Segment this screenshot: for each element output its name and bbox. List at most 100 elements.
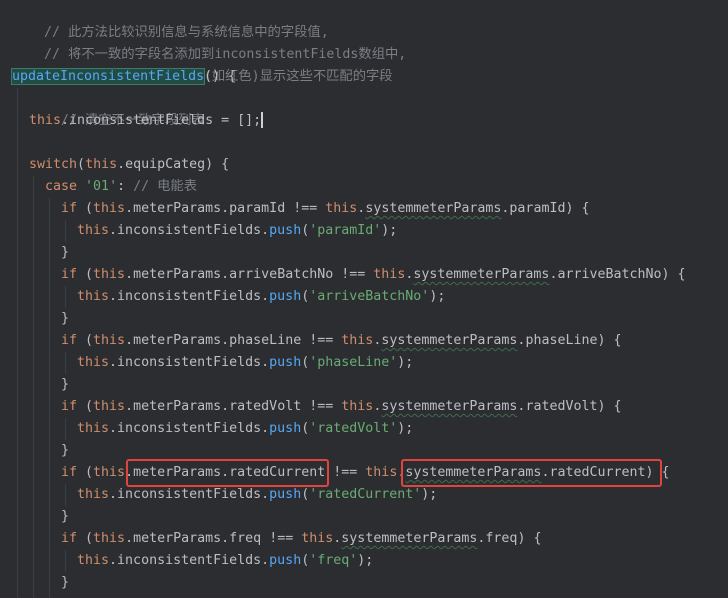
field-property: paramId bbox=[509, 201, 566, 216]
system-meter-params: systemmeterParams bbox=[381, 333, 518, 348]
field-property: arriveBatchNo bbox=[557, 267, 662, 282]
code-line-3[interactable]: // 用于在UI中以特殊样式(如红色)显示这些不匹配的字段 bbox=[12, 44, 393, 84]
if-keyword: if bbox=[61, 267, 78, 282]
meter-params: meterParams bbox=[133, 531, 222, 546]
operator: !== bbox=[293, 201, 318, 216]
push-line[interactable]: this.inconsistentFields.push('phaseLine'… bbox=[77, 352, 413, 374]
case-keyword: case bbox=[45, 179, 78, 194]
if-keyword: if bbox=[61, 333, 78, 348]
code-line-4[interactable]: updateInconsistentFields() { bbox=[10, 66, 237, 88]
closing-brace: } bbox=[61, 377, 70, 392]
field-property: ratedVolt bbox=[229, 399, 302, 414]
field-string: 'ratedCurrent' bbox=[309, 487, 422, 502]
if-keyword: if bbox=[61, 465, 78, 480]
push-method: push bbox=[269, 223, 302, 238]
property: inconsistentFields bbox=[117, 487, 262, 502]
highlight-box-system-rated-current bbox=[401, 459, 662, 487]
if-condition-line[interactable]: if (this.meterParams.arriveBatchNo !== t… bbox=[61, 264, 686, 286]
if-condition-line[interactable]: if (this.meterParams.phaseLine !== this.… bbox=[61, 330, 622, 352]
if-keyword: if bbox=[61, 531, 78, 546]
field-property: paramId bbox=[229, 201, 286, 216]
indent-guide bbox=[65, 550, 66, 572]
if-condition-line[interactable]: if (this.meterParams.paramId !== this.sy… bbox=[61, 198, 590, 220]
if-condition-line[interactable]: if (this.meterParams.freq !== this.syste… bbox=[61, 528, 541, 550]
meter-params: meterParams bbox=[133, 333, 222, 348]
system-meter-params: systemmeterParams bbox=[413, 267, 550, 282]
this-keyword: this bbox=[93, 333, 126, 348]
this-keyword: this bbox=[77, 487, 110, 502]
system-meter-params: systemmeterParams bbox=[341, 531, 478, 546]
indent-guide bbox=[49, 198, 50, 598]
highlight-box-meter-rated-current bbox=[126, 459, 329, 487]
indent-guide bbox=[65, 418, 66, 440]
case-value: '01' bbox=[85, 179, 118, 194]
push-line[interactable]: this.inconsistentFields.push('freq'); bbox=[77, 550, 373, 572]
text-caret bbox=[261, 112, 263, 128]
system-meter-params: systemmeterParams bbox=[381, 399, 518, 414]
this-keyword: this bbox=[77, 421, 110, 436]
field-property: freq bbox=[229, 531, 262, 546]
push-method: push bbox=[269, 553, 302, 568]
code-line-6[interactable]: this.inconsistentFields = []; bbox=[29, 110, 263, 132]
field-string: 'paramId' bbox=[309, 223, 382, 238]
if-keyword: if bbox=[61, 399, 78, 414]
this-keyword: this bbox=[93, 465, 126, 480]
field-string: 'ratedVolt' bbox=[309, 421, 398, 436]
closing-brace: } bbox=[61, 245, 70, 260]
field-property: phaseLine bbox=[525, 333, 598, 348]
operator: !== bbox=[309, 333, 334, 348]
property: inconsistentFields bbox=[117, 223, 262, 238]
this-keyword: this bbox=[77, 553, 110, 568]
indent-guide bbox=[65, 286, 66, 308]
code-editor[interactable]: // 此方法比较识别信息与系统信息中的字段值, // 将不一致的字段名添加到in… bbox=[0, 0, 728, 598]
this-keyword: this bbox=[341, 333, 374, 348]
this-keyword: this bbox=[77, 289, 110, 304]
indent-guide bbox=[65, 352, 66, 374]
this-keyword: this bbox=[373, 267, 406, 282]
closing-brace: } bbox=[61, 509, 70, 524]
field-property: phaseLine bbox=[229, 333, 302, 348]
comment: // 电能表 bbox=[133, 179, 198, 194]
method-name[interactable]: updateInconsistentFields bbox=[10, 68, 206, 85]
meter-params: meterParams bbox=[133, 267, 222, 282]
operator: !== bbox=[333, 465, 358, 480]
indent-guide bbox=[33, 176, 34, 598]
this-keyword: this bbox=[93, 531, 126, 546]
field-property: freq bbox=[485, 531, 518, 546]
system-meter-params: systemmeterParams bbox=[365, 201, 502, 216]
this-keyword: this bbox=[365, 465, 398, 480]
push-line[interactable]: this.inconsistentFields.push('paramId'); bbox=[77, 220, 397, 242]
push-method: push bbox=[269, 487, 302, 502]
property: inconsistentFields bbox=[69, 113, 214, 128]
code-line-1[interactable]: // 此方法比较识别信息与系统信息中的字段值, bbox=[12, 0, 329, 40]
punctuation: () { bbox=[204, 69, 237, 84]
code-line-8[interactable]: switch(this.equipCateg) { bbox=[29, 154, 229, 176]
if-keyword: if bbox=[61, 201, 78, 216]
property: inconsistentFields bbox=[117, 289, 262, 304]
closing-brace: } bbox=[61, 311, 70, 326]
code-line-2[interactable]: // 将不一致的字段名添加到inconsistentFields数组中, bbox=[12, 22, 406, 62]
if-condition-line[interactable]: if (this.meterParams.ratedVolt !== this.… bbox=[61, 396, 622, 418]
field-string: 'phaseLine' bbox=[309, 355, 398, 370]
push-method: push bbox=[269, 421, 302, 436]
this-keyword: this bbox=[93, 201, 126, 216]
push-line[interactable]: this.inconsistentFields.push('ratedVolt'… bbox=[77, 418, 413, 440]
this-keyword: this bbox=[77, 223, 110, 238]
switch-keyword: switch bbox=[29, 157, 78, 172]
push-line[interactable]: this.inconsistentFields.push('arriveBatc… bbox=[77, 286, 445, 308]
code-line-9[interactable]: case '01': // 电能表 bbox=[45, 176, 197, 198]
this-keyword: this bbox=[93, 399, 126, 414]
closing-brace: } bbox=[61, 443, 70, 458]
push-method: push bbox=[269, 289, 302, 304]
this-keyword: this bbox=[93, 267, 126, 282]
operator: !== bbox=[341, 267, 366, 282]
field-string: 'arriveBatchNo' bbox=[309, 289, 430, 304]
indent-guide bbox=[65, 484, 66, 506]
push-line[interactable]: this.inconsistentFields.push('ratedCurre… bbox=[77, 484, 437, 506]
this-keyword: this bbox=[301, 531, 334, 546]
this-keyword: this bbox=[77, 355, 110, 370]
code-line-5[interactable]: // 清空不一致字段列表 bbox=[29, 88, 205, 128]
meter-params: meterParams bbox=[133, 399, 222, 414]
property: inconsistentFields bbox=[117, 355, 262, 370]
closing-brace: } bbox=[61, 575, 70, 590]
